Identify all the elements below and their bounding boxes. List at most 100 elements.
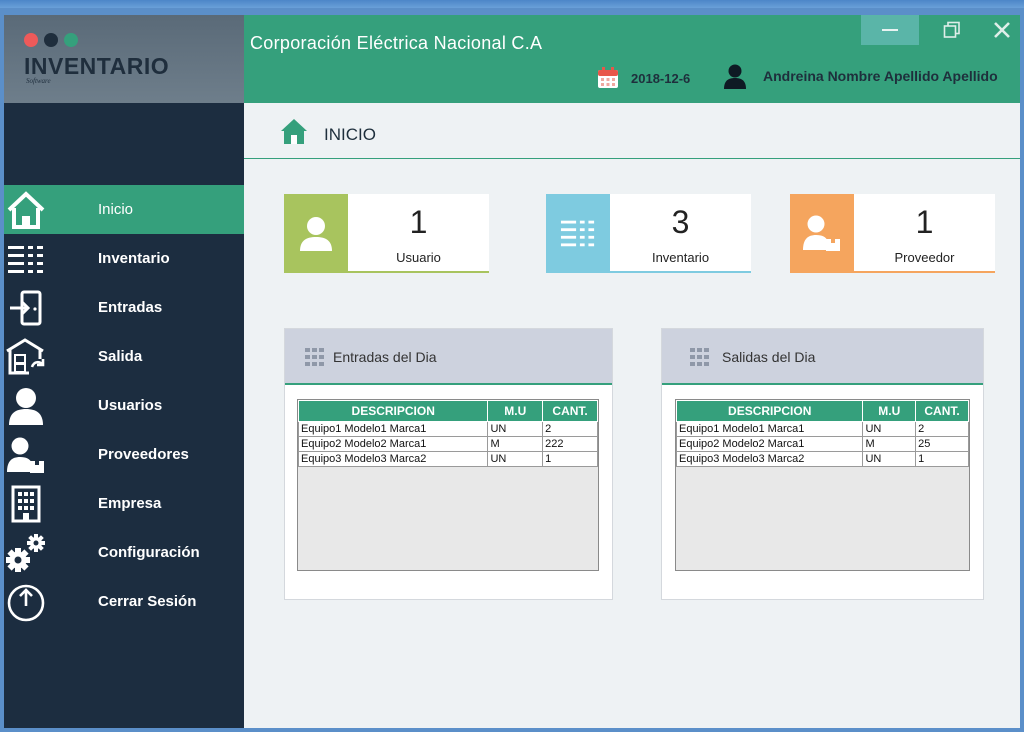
salidas-table-area[interactable]: DESCRIPCION M.U CANT. Equipo1 Modelo1 Ma… <box>675 399 970 571</box>
table-row[interactable]: Equipo1 Modelo1 Marca1 UN 2 <box>675 421 969 437</box>
calendar-icon <box>598 67 618 88</box>
sidebar: Inicio Inventario Entradas Salida Usuari… <box>4 103 244 728</box>
sidebar-item-label: Inicio <box>98 201 134 218</box>
entradas-panel-header: Entradas del Dia <box>285 329 612 385</box>
sidebar-item-inventario[interactable]: Inventario <box>4 234 244 283</box>
power-icon <box>4 581 48 623</box>
sidebar-item-cerrar-sesion[interactable]: Cerrar Sesión <box>4 577 244 626</box>
sidebar-item-configuracion[interactable]: Configuración <box>4 528 244 577</box>
supplier-icon <box>4 434 48 476</box>
cell-descripcion: Equipo2 Modelo2 Marca1 <box>297 436 489 452</box>
cell-cant: 25 <box>915 436 969 452</box>
cell-cant: 2 <box>542 421 598 437</box>
current-user-name: Andreina Nombre Apellido Apellido <box>763 68 998 84</box>
date-display: 2018-12-6 <box>597 67 690 89</box>
sidebar-item-label: Usuarios <box>98 397 163 414</box>
sidebar-item-label: Salida <box>98 348 143 365</box>
cell-mu: UN <box>862 421 917 437</box>
suppliers-summary-card[interactable]: 1 Proveedor <box>790 194 995 273</box>
table-row[interactable]: Equipo2 Modelo2 Marca1 M 25 <box>675 436 969 452</box>
cell-mu: M <box>487 436 544 452</box>
cell-mu: UN <box>862 451 917 467</box>
column-header-descripcion[interactable]: DESCRIPCION <box>675 400 864 422</box>
sidebar-item-usuarios[interactable]: Usuarios <box>4 381 244 430</box>
cell-descripcion: Equipo2 Modelo2 Marca1 <box>675 436 864 452</box>
entradas-table-area[interactable]: DESCRIPCION M.U CANT. Equipo1 Modelo1 Ma… <box>297 399 599 571</box>
company-name: Corporación Eléctrica Nacional C.A <box>250 33 543 53</box>
column-header-cant[interactable]: CANT. <box>915 400 969 422</box>
cell-descripcion: Equipo1 Modelo1 Marca1 <box>675 421 864 437</box>
sidebar-item-entradas[interactable]: Entradas <box>4 283 244 332</box>
entry-door-icon <box>4 287 48 329</box>
sidebar-item-label: Proveedores <box>98 446 189 463</box>
app-logo-title: INVENTARIO <box>24 53 170 79</box>
sidebar-item-label: Cerrar Sesión <box>98 593 197 610</box>
column-header-descripcion[interactable]: DESCRIPCION <box>297 400 489 422</box>
sidebar-item-empresa[interactable]: Empresa <box>4 479 244 528</box>
column-header-mu[interactable]: M.U <box>487 400 544 422</box>
sidebar-item-inicio[interactable]: Inicio <box>4 185 244 234</box>
suppliers-count: 1 <box>915 204 934 240</box>
page-title: INICIO <box>324 125 376 144</box>
window-dots <box>24 33 84 52</box>
cell-descripcion: Equipo3 Modelo3 Marca2 <box>675 451 864 467</box>
salidas-panel-title: Salidas del Dia <box>722 349 816 365</box>
column-header-mu[interactable]: M.U <box>862 400 917 422</box>
warehouse-exit-icon <box>4 336 48 378</box>
gears-icon <box>4 532 48 574</box>
table-row[interactable]: Equipo3 Modelo3 Marca2 UN 1 <box>675 451 969 467</box>
entradas-table: DESCRIPCION M.U CANT. Equipo1 Modelo1 Ma… <box>297 400 598 467</box>
cell-mu: M <box>862 436 917 452</box>
cell-mu: UN <box>487 421 544 437</box>
green-dot <box>64 33 78 47</box>
sidebar-item-proveedores[interactable]: Proveedores <box>4 430 244 479</box>
entradas-panel: Entradas del Dia DESCRIPCION M.U CANT. E… <box>284 328 613 600</box>
grid-icon <box>305 348 324 366</box>
inventory-card-label: Inventario <box>651 250 710 265</box>
page-header: INICIO <box>244 103 1020 159</box>
close-icon <box>994 22 1010 38</box>
grid-icon <box>690 348 709 366</box>
app-window: INVENTARIO Software Corporación Eléctric… <box>4 15 1020 728</box>
main-content: INICIO 1 Usuario 3 Inventario 1 Proveedo… <box>244 103 1020 728</box>
inventory-count: 3 <box>671 204 690 240</box>
minimize-button[interactable] <box>861 15 919 45</box>
close-button[interactable] <box>986 15 1018 45</box>
cell-cant: 2 <box>915 421 969 437</box>
supplier-icon <box>790 194 854 271</box>
header-bar: Corporación Eléctrica Nacional C.A 2018-… <box>244 15 1020 103</box>
users-count: 1 <box>409 204 428 240</box>
list-icon <box>4 238 48 280</box>
table-row[interactable]: Equipo3 Modelo3 Marca2 UN 1 <box>297 451 598 467</box>
salidas-table: DESCRIPCION M.U CANT. Equipo1 Modelo1 Ma… <box>675 400 969 467</box>
salidas-panel-header: Salidas del Dia <box>662 329 983 385</box>
cell-cant: 1 <box>915 451 969 467</box>
cell-cant: 1 <box>542 451 598 467</box>
entradas-panel-title: Entradas del Dia <box>333 349 437 365</box>
dark-dot <box>44 33 58 47</box>
maximize-button[interactable] <box>936 15 968 45</box>
building-icon <box>4 483 48 525</box>
user-icon <box>4 385 48 427</box>
minimize-icon <box>882 29 898 31</box>
user-icon <box>724 64 746 89</box>
red-dot <box>24 33 38 47</box>
sidebar-item-label: Inventario <box>98 250 170 267</box>
sidebar-item-salida[interactable]: Salida <box>4 332 244 381</box>
inventory-summary-card[interactable]: 3 Inventario <box>546 194 751 273</box>
column-header-cant[interactable]: CANT. <box>542 400 598 422</box>
sidebar-item-label: Empresa <box>98 495 162 512</box>
salidas-panel: Salidas del Dia DESCRIPCION M.U CANT. Eq… <box>661 328 984 600</box>
user-icon <box>284 194 348 271</box>
desktop-strip <box>0 0 1024 8</box>
cell-descripcion: Equipo1 Modelo1 Marca1 <box>297 421 489 437</box>
home-icon <box>281 119 307 144</box>
cell-cant: 222 <box>542 436 598 452</box>
table-row[interactable]: Equipo2 Modelo2 Marca1 M 222 <box>297 436 598 452</box>
cell-mu: UN <box>487 451 544 467</box>
app-logo-subtitle: Software <box>26 77 51 85</box>
users-summary-card[interactable]: 1 Usuario <box>284 194 489 273</box>
users-card-label: Usuario <box>396 250 441 265</box>
user-display: Andreina Nombre Apellido Apellido <box>723 63 998 89</box>
table-row[interactable]: Equipo1 Modelo1 Marca1 UN 2 <box>297 421 598 437</box>
